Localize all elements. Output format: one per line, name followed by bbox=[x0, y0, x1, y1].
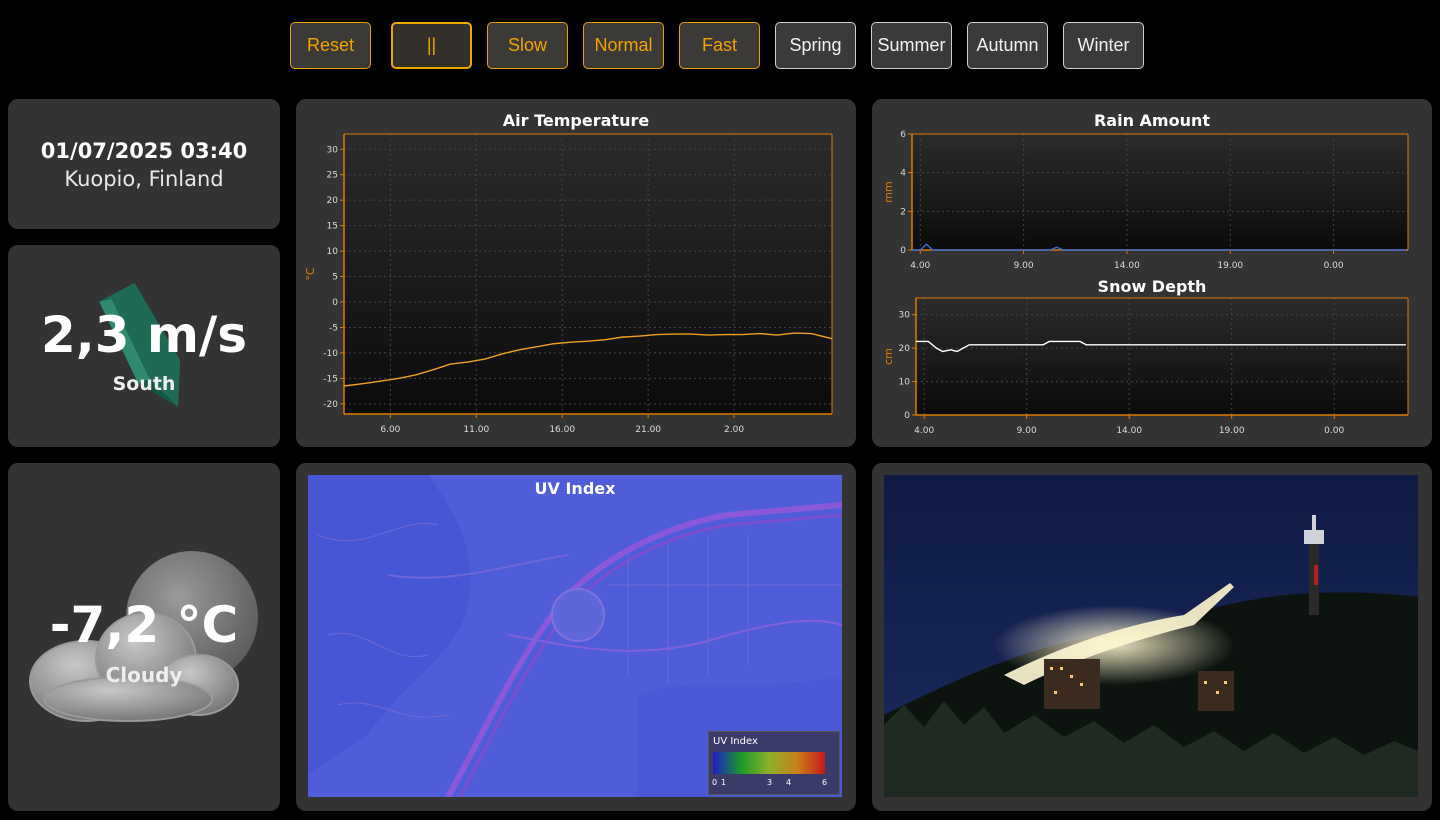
y-tick-label: 0 bbox=[904, 411, 910, 421]
y-tick-label: 10 bbox=[899, 378, 911, 388]
uv-legend-tick: 0 bbox=[712, 778, 718, 787]
air-temperature-panel: Air Temperature 30 25 20 15 10 5 0 -5 -10 -15 -20 6… bbox=[296, 99, 856, 447]
uv-legend-title: UV Index bbox=[713, 736, 758, 747]
wind-panel: 2,3 m/s South bbox=[8, 245, 280, 447]
uv-legend-tick: 6 bbox=[822, 778, 828, 787]
uv-legend-tick: 3 bbox=[767, 778, 773, 787]
plot-area bbox=[344, 134, 832, 414]
summer-button[interactable]: Summer bbox=[871, 22, 952, 69]
datetime-label: 01/07/2025 03:40 bbox=[40, 139, 248, 163]
photo-panel bbox=[872, 463, 1432, 811]
x-tick-label: 0.00 bbox=[1324, 426, 1344, 436]
plot-area bbox=[916, 298, 1408, 415]
condition-label: Cloudy bbox=[105, 663, 183, 687]
kuopio-ski-jump-night-photo bbox=[884, 475, 1418, 797]
uv-map-panel: UV Index UV Index 0 1 3 4 6 bbox=[296, 463, 856, 811]
reset-button[interactable]: Reset bbox=[290, 22, 371, 69]
autumn-button[interactable]: Autumn bbox=[967, 22, 1048, 69]
y-tick-label: 15 bbox=[327, 222, 338, 232]
winter-button[interactable]: Winter bbox=[1063, 22, 1144, 69]
y-tick-label: 30 bbox=[899, 311, 911, 321]
x-tick-label: 19.00 bbox=[1219, 426, 1245, 436]
y-tick-label: -5 bbox=[329, 323, 338, 333]
pause-button[interactable]: || bbox=[391, 22, 472, 69]
x-tick-label: 11.00 bbox=[463, 425, 489, 435]
uv-index-map[interactable]: UV Index UV Index 0 1 3 4 6 bbox=[308, 475, 842, 797]
y-tick-label: -10 bbox=[323, 349, 338, 359]
x-tick-label: 2.00 bbox=[724, 425, 744, 435]
x-tick-label: 21.00 bbox=[635, 425, 661, 435]
wind-speed-label: 2,3 m/s bbox=[40, 306, 248, 364]
x-tick-label: 6.00 bbox=[380, 425, 400, 435]
x-tick-label: 9.00 bbox=[1017, 426, 1037, 436]
x-tick-label: 14.00 bbox=[1116, 426, 1142, 436]
y-tick-label: -20 bbox=[323, 400, 338, 410]
uv-legend-tick: 1 bbox=[721, 778, 727, 787]
wind-direction-label: South bbox=[112, 373, 176, 395]
y-tick-label: 20 bbox=[899, 344, 911, 354]
y-tick-label: 30 bbox=[327, 145, 339, 155]
uv-index-title: UV Index bbox=[534, 479, 616, 498]
weather-panel: -7,2 °C Cloudy bbox=[8, 463, 280, 811]
fast-speed-button[interactable]: Fast bbox=[679, 22, 760, 69]
slow-speed-button[interactable]: Slow bbox=[487, 22, 568, 69]
x-tick-label: 16.00 bbox=[549, 425, 575, 435]
y-tick-label: 25 bbox=[327, 171, 338, 181]
y-tick-label: 20 bbox=[327, 196, 339, 206]
y-tick-label: 10 bbox=[327, 247, 339, 257]
temperature-label: -7,2 °C bbox=[49, 596, 239, 654]
location-label: Kuopio, Finland bbox=[64, 167, 224, 191]
normal-speed-button[interactable]: Normal bbox=[583, 22, 664, 69]
y-tick-label: 5 bbox=[332, 273, 338, 283]
uv-index-legend: UV Index 0 1 3 4 6 bbox=[708, 731, 840, 795]
y-axis-label: °C bbox=[304, 267, 317, 281]
uv-legend-tick: 4 bbox=[786, 778, 792, 787]
datetime-panel: 01/07/2025 03:40 Kuopio, Finland bbox=[8, 99, 280, 229]
uv-legend-gradient bbox=[713, 752, 825, 774]
y-axis-label: cm bbox=[882, 348, 895, 365]
spring-button[interactable]: Spring bbox=[775, 22, 856, 69]
y-tick-label: 0 bbox=[332, 298, 338, 308]
snow-depth-chart: 30 20 10 0 4.00 9.00 14.00 19.00 0.00 cm bbox=[882, 297, 1409, 436]
x-tick-label: 4.00 bbox=[914, 426, 934, 436]
rain-snow-panel: Rain Amount Snow Depth 6 4 2 0 4.00 9.00 14.00… bbox=[872, 99, 1432, 447]
air-temperature-chart: 30 25 20 15 10 5 0 -5 -10 -15 -20 6.00 11.00 16.00 21.… bbox=[304, 133, 833, 435]
y-tick-label: -15 bbox=[323, 374, 338, 384]
